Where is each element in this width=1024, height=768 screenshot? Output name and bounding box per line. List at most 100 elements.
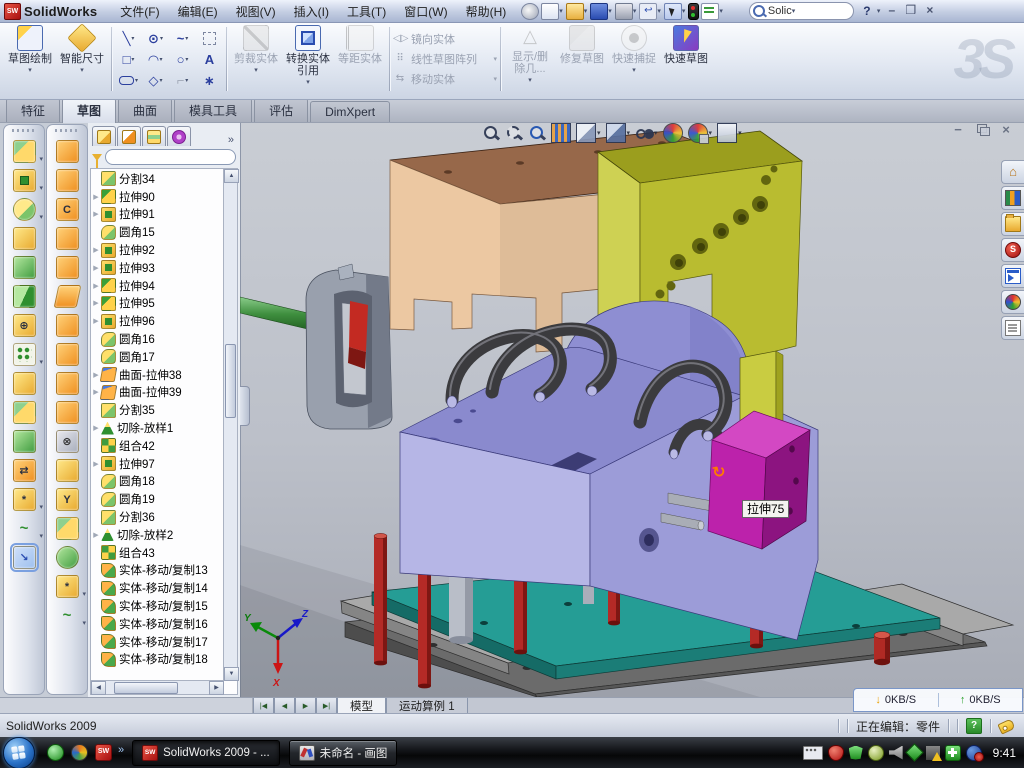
taskpane-appearances-button[interactable] [1001,290,1024,314]
dropdown-arrow-icon[interactable]: ▾ [131,56,134,63]
menu-item-4[interactable]: 工具(T) [338,0,395,23]
dropdown-arrow-icon[interactable]: ▾ [39,358,43,366]
dropdown-arrow-icon[interactable]: ▾ [627,129,631,137]
slot-button[interactable]: ▾ [115,76,142,85]
taskbar-window-button[interactable]: 未命名 - 画图 [289,740,398,766]
split-button[interactable] [4,398,44,427]
expand-arrow-icon[interactable]: ▶ [91,264,101,272]
tree-item[interactable]: 圆角15 [91,223,224,241]
view-settings-button[interactable]: ▾ [717,123,742,143]
dropdown-arrow-icon[interactable]: ▾ [584,7,588,15]
tree-item[interactable]: 分割34 [91,170,224,188]
tree-item[interactable]: 分割36 [91,508,224,526]
toolbar-grip[interactable] [12,129,36,132]
swept-surface-button[interactable] [47,137,87,166]
tab-草图[interactable]: 草图 [62,98,116,123]
curves-2-button[interactable]: ~▾ [47,601,87,630]
antivirus-tray-icon[interactable] [828,745,844,761]
dropdown-arrow-icon[interactable]: ▾ [159,77,162,84]
taskbar-window-button[interactable]: SWSolidWorks 2009 - ... [132,740,280,766]
dropdown-arrow-icon[interactable]: ▾ [39,503,43,511]
dropdown-arrow-icon[interactable]: ▾ [82,590,86,598]
rib-button[interactable] [4,282,44,311]
taskpane-design-library-button[interactable] [1001,186,1024,210]
search-box[interactable]: Solic▾ [749,2,854,20]
hole-wizard-button[interactable]: ⊕ [4,311,44,340]
tree-item[interactable]: ▶拉伸92 [91,241,224,259]
lofted-surface-button[interactable] [47,166,87,195]
dropdown-arrow-icon[interactable]: ▾ [654,129,658,137]
quick-launch-chevron[interactable]: » [118,744,124,756]
tab-DimXpert[interactable]: DimXpert [310,101,390,122]
extend-surface-button[interactable] [47,369,87,398]
select-icon[interactable] [664,3,682,20]
taskpane-home-button[interactable]: ⌂ [1001,160,1024,184]
line-button[interactable]: ╲▾ [115,31,142,47]
offset-surface-button[interactable] [47,311,87,340]
tree-item[interactable]: ▶拉伸90 [91,188,224,206]
spline-button[interactable]: ~▾ [169,31,196,46]
tree-item[interactable]: ▶拉伸96 [91,312,224,330]
toolbar-grip[interactable] [55,129,79,132]
model-small-cylinder[interactable] [874,632,890,666]
menu-item-5[interactable]: 窗口(W) [395,0,456,23]
tree-horizontal-scrollbar[interactable]: ◀ ▶ [91,680,224,694]
dropdown-arrow-icon[interactable]: ▾ [657,7,661,15]
tab-特征[interactable]: 特征 [6,98,60,122]
expand-arrow-icon[interactable]: ▶ [91,246,101,254]
messenger-icon[interactable] [47,744,64,761]
print-icon[interactable] [615,3,633,20]
zoom-fit-button[interactable] [482,124,500,142]
start-button[interactable] [3,737,35,768]
dropdown-arrow-icon[interactable]: ▾ [82,619,86,627]
panel-splitter-handle[interactable] [240,386,250,426]
tree-item[interactable]: 圆角17 [91,348,224,366]
tab-曲面[interactable]: 曲面 [118,98,172,122]
core-button[interactable] [47,543,87,572]
taskpane-view-palette-button[interactable] [1001,264,1024,288]
scroll-right-button[interactable]: ▶ [209,681,224,695]
tree-item[interactable]: 圆角18 [91,473,224,491]
model-tab[interactable]: 模型 [337,698,386,714]
dropdown-arrow-icon[interactable]: ▾ [877,7,881,15]
keyboard-tray-icon[interactable] [803,746,823,760]
rectangle-button[interactable]: □▾ [115,52,142,67]
tree-item[interactable]: ▶拉伸95 [91,295,224,313]
tree-item[interactable]: 实体-移动/复制17 [91,633,224,651]
open-icon[interactable] [566,3,584,20]
reference-geometry-2-button[interactable]: *▾ [47,572,87,601]
media-icon[interactable] [71,744,88,761]
scroll-thumb[interactable] [225,344,236,418]
tree-item[interactable]: 实体-移动/复制13 [91,562,224,580]
doc-minimize-button[interactable]: − [950,122,966,138]
vpn-tray-icon[interactable] [905,743,923,761]
zoom-area-button[interactable] [505,124,523,142]
ellipse-button[interactable]: ○▾ [169,52,196,67]
quick-tips-icon[interactable]: ? [966,718,982,734]
expand-arrow-icon[interactable]: ▶ [91,210,101,218]
pin-icon[interactable] [521,3,539,20]
tree-item[interactable]: ▶曲面-拉伸38 [91,366,224,384]
expand-arrow-icon[interactable]: ▶ [91,531,101,539]
dropdown-arrow-icon[interactable]: ▾ [160,35,163,42]
tree-item[interactable]: ▶拉伸97 [91,455,224,473]
model-tab[interactable]: 运动算例 1 [386,698,468,714]
save-icon[interactable] [590,3,608,20]
scroll-thumb[interactable] [114,682,178,694]
menu-item-0[interactable]: 文件(F) [111,0,168,23]
tree-item[interactable]: ▶拉伸94 [91,277,224,295]
extruded-cut-button[interactable]: ▾ [4,166,44,195]
panel-tab-featuremanager[interactable] [92,126,116,146]
expand-arrow-icon[interactable]: ▶ [91,424,101,432]
tab-评估[interactable]: 评估 [254,98,308,122]
dropdown-arrow-icon[interactable]: ▾ [633,7,637,15]
undo-icon[interactable]: ↩ [639,3,657,20]
tab-nav-button-1[interactable]: ◀ [274,698,295,714]
taskpane-file-explorer-button[interactable] [1001,212,1024,236]
tree-item[interactable]: 圆角16 [91,330,224,348]
tab-nav-button-0[interactable]: |◀ [253,698,274,714]
dropdown-arrow-icon[interactable]: ▾ [719,7,723,15]
dropdown-arrow-icon[interactable]: ▾ [185,35,188,42]
expand-arrow-icon[interactable]: ▶ [91,193,101,201]
instant3d-button[interactable]: ↘ [4,543,44,572]
